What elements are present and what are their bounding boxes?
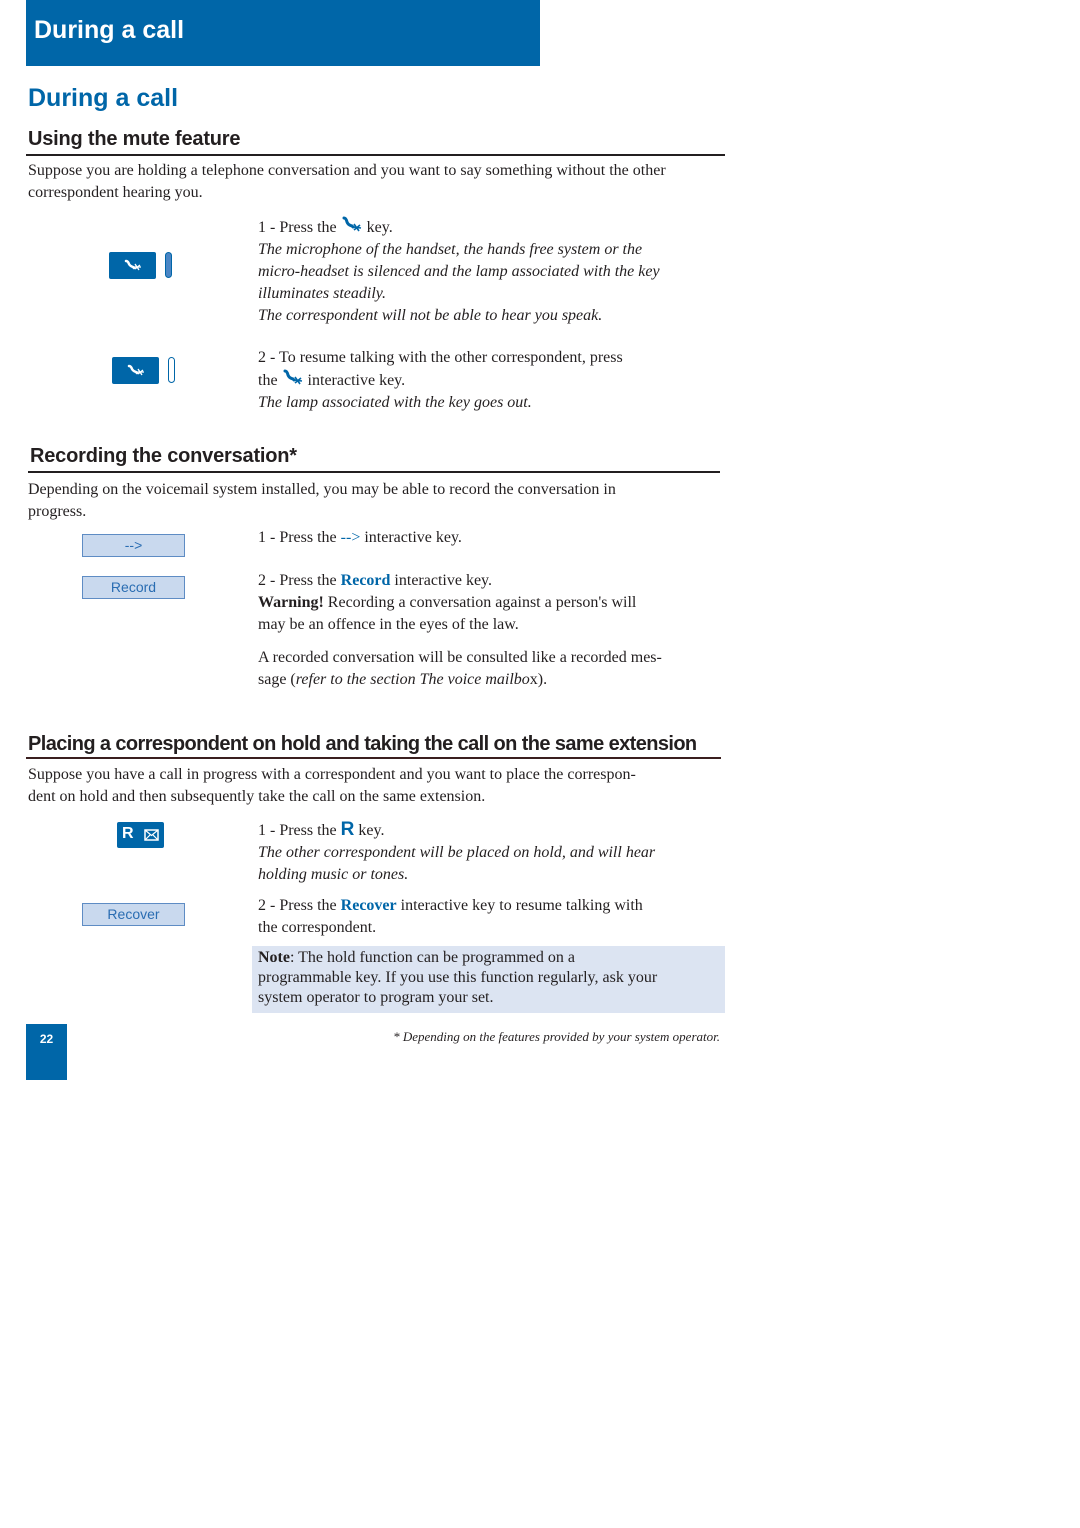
step-text: the correspondent. bbox=[258, 919, 377, 936]
envelope-icon bbox=[144, 829, 159, 841]
step-text: interactive key to resume talking with bbox=[400, 897, 643, 914]
step-note: illuminates steadily. bbox=[258, 285, 386, 302]
step-note: The lamp associated with the key goes ou… bbox=[258, 394, 532, 411]
warning-label: Warning! bbox=[258, 594, 324, 611]
page-number-tab: 22 bbox=[26, 1024, 67, 1080]
mute-icon bbox=[127, 364, 144, 376]
step-text: 1 - Press the bbox=[258, 219, 337, 236]
mute-icon bbox=[124, 259, 141, 271]
step-note: The correspondent will not be able to he… bbox=[258, 307, 603, 324]
step-text: interactive key. bbox=[394, 572, 492, 589]
step-text: 1 - Press the bbox=[258, 529, 337, 546]
footnote: * Depending on the features provided by … bbox=[393, 1029, 720, 1044]
intro-line: Suppose you have a call in progress with… bbox=[28, 766, 636, 783]
mute-icon bbox=[283, 369, 302, 385]
hold-intro: Suppose you have a call in progress with… bbox=[28, 764, 728, 808]
intro-line: dent on hold and then subsequently take … bbox=[28, 788, 486, 805]
step-text: interactive key. bbox=[364, 529, 462, 546]
note-label: Note bbox=[258, 949, 290, 966]
step-text: key. bbox=[366, 219, 393, 236]
step-note: micro-headset is silenced and the lamp a… bbox=[258, 263, 660, 280]
step-note: The microphone of the handset, the hands… bbox=[258, 241, 643, 258]
page-title: During a call bbox=[28, 84, 179, 112]
record-soft-key[interactable]: Record bbox=[82, 576, 185, 599]
section-rule bbox=[26, 757, 721, 759]
mute-key[interactable] bbox=[112, 357, 159, 384]
step-text: 2 - To resume talking with the other cor… bbox=[258, 349, 623, 366]
r-hold-key[interactable]: R bbox=[117, 822, 164, 848]
consult-text: sage ( bbox=[258, 671, 296, 688]
mute-step-2: 2 - To resume talking with the other cor… bbox=[258, 347, 728, 414]
section-reference: refer to the section The voice mailbo bbox=[295, 671, 530, 688]
step-text: 2 - Press the bbox=[258, 572, 337, 589]
page-number: 22 bbox=[39, 1032, 54, 1046]
section-heading-mute: Using the mute feature bbox=[28, 128, 241, 150]
section-heading-recording: Recording the conversation* bbox=[30, 445, 297, 467]
step-text: 2 - Press the bbox=[258, 897, 337, 914]
note-line: system operator to program your set. bbox=[258, 989, 494, 1006]
recording-step-1: 1 - Press the --> interactive key. bbox=[258, 527, 728, 549]
lamp-indicator-off bbox=[168, 357, 175, 383]
lamp-indicator-on bbox=[165, 252, 172, 278]
note-text: Note: The hold function can be programme… bbox=[258, 948, 723, 1008]
chapter-title: During a call bbox=[34, 16, 185, 44]
step-note: holding music or tones. bbox=[258, 866, 409, 883]
mute-key[interactable] bbox=[109, 252, 156, 279]
section-rule bbox=[26, 154, 725, 156]
consult-text: x). bbox=[529, 671, 548, 688]
warning-text: Recording a conversation against a perso… bbox=[327, 594, 637, 611]
intro-line: Depending on the voicemail system instal… bbox=[28, 481, 616, 498]
consult-line: A recorded conversation will be consulte… bbox=[258, 649, 662, 666]
recording-intro: Depending on the voicemail system instal… bbox=[28, 479, 728, 523]
warning-text: may be an offence in the eyes of the law… bbox=[258, 616, 519, 633]
step-note: The other correspondent will be placed o… bbox=[258, 844, 656, 861]
hold-step-1: 1 - Press the R key. The other correspon… bbox=[258, 819, 728, 886]
step-text: key. bbox=[358, 822, 385, 839]
recording-step-2: 2 - Press the Record interactive key. Wa… bbox=[258, 570, 728, 636]
recover-soft-key[interactable]: Recover bbox=[82, 903, 185, 926]
intro-line: progress. bbox=[28, 503, 87, 520]
chapter-banner: During a call bbox=[26, 0, 540, 66]
r-key-letter: R bbox=[122, 825, 134, 842]
recording-consult-text: A recorded conversation will be consulte… bbox=[258, 647, 728, 691]
key-reference: --> bbox=[340, 529, 361, 546]
key-reference: Record bbox=[340, 572, 391, 589]
hold-step-2: 2 - Press the Recover interactive key to… bbox=[258, 895, 728, 939]
mute-intro: Suppose you are holding a telephone conv… bbox=[28, 162, 666, 201]
arrow-soft-key[interactable]: --> bbox=[82, 534, 185, 557]
section-rule bbox=[28, 471, 720, 473]
note-line: : The hold function can be programmed on… bbox=[289, 949, 575, 966]
step-text: the bbox=[258, 372, 278, 389]
section-heading-hold: Placing a correspondent on hold and taki… bbox=[28, 733, 697, 755]
key-reference: Recover bbox=[340, 897, 397, 914]
mute-icon bbox=[342, 216, 361, 232]
step-text: 1 - Press the bbox=[258, 822, 337, 839]
note-box: Note: The hold function can be programme… bbox=[252, 946, 725, 1013]
step-text: interactive key. bbox=[307, 372, 406, 389]
mute-step-1: 1 - Press the key. The microphone of the… bbox=[258, 216, 728, 327]
note-line: programmable key. If you use this functi… bbox=[258, 969, 658, 986]
r-key-icon: R bbox=[340, 819, 355, 840]
